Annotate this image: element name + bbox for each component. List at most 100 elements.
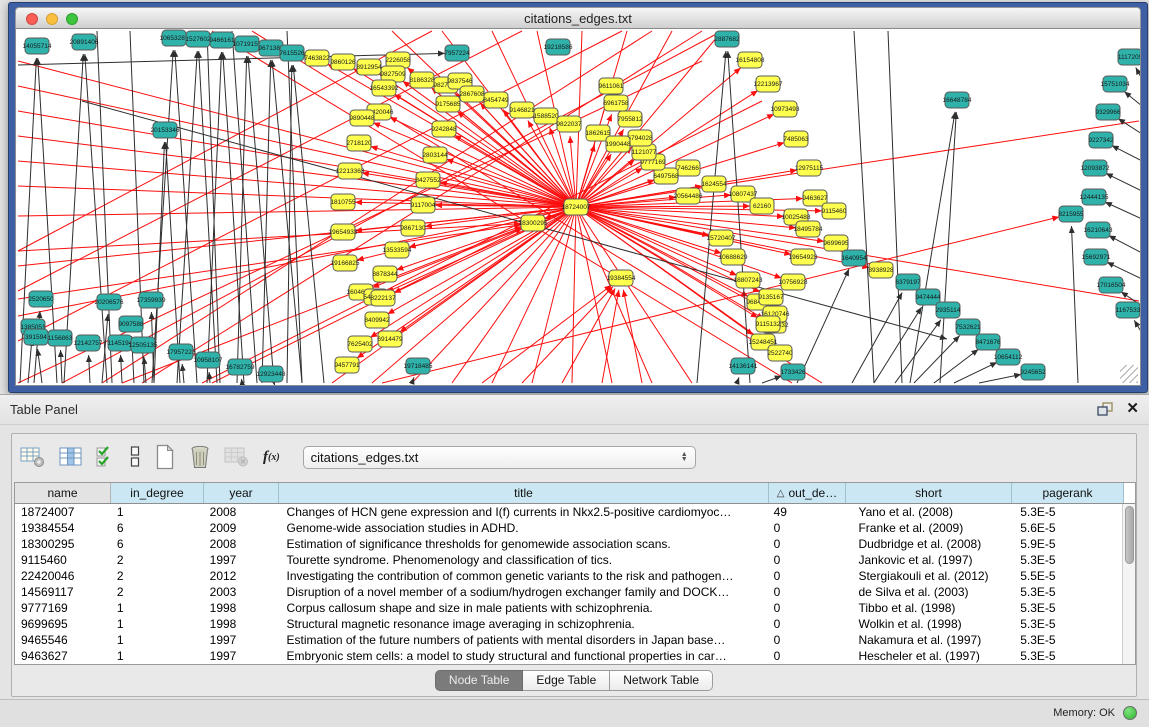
network-node[interactable]: 2803144 [422,147,448,163]
table-cell[interactable]: 5.6E-5 [1010,520,1122,536]
column-header-title[interactable]: title [279,483,769,503]
network-node[interactable]: 19654923 [789,249,818,265]
citation-edge-red[interactable] [522,287,613,383]
network-node[interactable]: 2935114 [936,302,961,318]
table-cell[interactable]: Corpus callosum shape and size in male p… [279,600,768,616]
network-node[interactable]: 12444135 [1080,189,1109,205]
network-node[interactable]: 391594 [24,329,48,345]
citation-edge-red[interactable] [452,207,576,383]
memory-status-icon[interactable] [1123,706,1137,720]
table-cell[interactable]: 5.3E-5 [1010,552,1122,568]
network-node[interactable]: 15692971 [1082,249,1111,265]
citation-edge-black[interactable] [89,355,90,383]
citation-edge-red[interactable] [212,31,792,383]
network-node[interactable]: 7532621 [955,319,981,335]
zoom-window-icon[interactable] [66,13,78,25]
citation-edge-black[interactable] [232,31,257,383]
network-node[interactable]: 9115132 [756,316,781,332]
table-cell[interactable]: 2008 [204,536,279,552]
network-node[interactable]: 19218586 [544,39,573,55]
column-header-year[interactable]: year [204,483,279,503]
table-cell[interactable]: 18724007 [15,504,111,520]
table-cell[interactable]: 5.3E-5 [1010,648,1122,664]
network-node[interactable]: 8186328 [409,72,435,88]
table-cell[interactable]: 0 [768,552,845,568]
network-node[interactable]: 9457791 [334,357,360,373]
network-node[interactable]: 1733426 [780,364,806,380]
network-node[interactable]: 19384554 [607,270,636,286]
table-cell[interactable]: 22420046 [15,568,111,584]
network-node[interactable]: 9890448 [349,110,375,126]
citation-edge-black[interactable] [954,362,997,383]
network-node[interactable]: 1156863 [48,330,73,346]
table-cell[interactable]: Nakamura et al. (1997) [844,632,1010,648]
citation-edge-black[interactable] [248,56,274,383]
network-node[interactable]: 20206576 [95,294,124,310]
network-node[interactable]: 6961758 [603,95,629,111]
table-cell[interactable]: 5.3E-5 [1010,616,1122,632]
network-node[interactable]: 8222137 [370,290,396,306]
table-cell[interactable]: 14569117 [15,584,111,600]
table-row[interactable]: 969969511998Structural magnetic resonanc… [15,616,1122,632]
table-cell[interactable]: Yano et al. (2008) [844,504,1010,520]
citation-edge-black[interactable] [175,50,197,383]
table-scrollbar[interactable] [1122,504,1135,664]
citation-edge-black[interactable] [979,374,1021,383]
table-cell[interactable]: de Silva et al. (2003) [844,584,1010,600]
select-rows-icon[interactable] [96,445,116,469]
table-cell[interactable]: Franke et al. (2009) [844,520,1010,536]
table-cell[interactable]: 5.3E-5 [1010,600,1122,616]
network-node[interactable]: 12975115 [795,160,824,176]
network-node[interactable]: 12093872 [1081,160,1110,176]
table-cell[interactable]: 6 [111,536,204,552]
table-cell[interactable]: 9115460 [15,552,111,568]
citation-edge-black[interactable] [874,307,922,383]
table-cell[interactable]: 49 [768,504,845,520]
network-node[interactable]: 9242848 [431,121,457,137]
network-node[interactable]: 10756928 [779,274,808,290]
citation-edge-red[interactable] [576,207,782,278]
citation-edge-black[interactable] [1124,92,1141,106]
network-node[interactable]: 18724007 [562,199,591,215]
table-cell[interactable]: Tibbo et al. (1998) [844,600,1010,616]
citation-edge-black[interactable] [177,51,197,383]
network-node[interactable]: 16782759 [226,359,255,375]
table-cell[interactable]: Embryonic stem cells: a model to study s… [279,648,768,664]
network-node[interactable]: 14136141 [729,358,758,374]
network-node[interactable]: 16154808 [736,52,765,68]
column-header-out-de-[interactable]: △out_de… [769,483,846,503]
network-node[interactable]: 8427552 [415,172,441,188]
citation-edge-black[interactable] [241,379,242,383]
network-node[interactable]: 16210643 [1084,222,1113,238]
network-node[interactable]: 7463822 [304,50,330,66]
network-window-titlebar[interactable]: citations_edges.txt [15,7,1141,29]
network-node[interactable]: 10973493 [771,101,800,117]
citation-edge-black[interactable] [121,355,122,383]
citation-edge-black[interactable] [1071,226,1078,383]
citation-edge-red[interactable] [18,207,576,216]
table-row[interactable]: 1938455462009Genome-wide association stu… [15,520,1122,536]
network-node[interactable]: 8938928 [868,262,894,278]
network-node[interactable]: 8215955 [1058,206,1084,222]
column-header-name[interactable]: name [15,483,111,503]
network-node[interactable]: 9245652 [1020,364,1046,380]
network-node[interactable]: 16648784 [943,92,972,108]
network-node[interactable]: 2522740 [767,345,793,361]
table-cell[interactable]: 1 [111,632,204,648]
table-row[interactable]: 1456911722003Disruption of a novel membe… [15,584,1122,600]
table-cell[interactable]: 5.3E-5 [1010,584,1122,600]
table-row[interactable]: 946362711997Embryonic stem cells: a mode… [15,648,1122,664]
network-node[interactable]: 12142757 [74,335,103,351]
table-cell[interactable]: 1 [111,504,204,520]
citation-edge-black[interactable] [1106,173,1141,191]
network-node[interactable]: 10688629 [719,249,748,265]
citation-edge-black[interactable] [223,52,244,383]
table-cell[interactable]: 1 [111,600,204,616]
citation-edge-red[interactable] [576,207,652,383]
citation-edge-black[interactable] [1136,68,1141,79]
table-cell[interactable]: 5.3E-5 [1010,504,1122,520]
citation-edge-red[interactable] [572,207,576,383]
network-node[interactable]: 6379197 [895,274,921,290]
modify-table-icon[interactable] [20,446,46,468]
network-node[interactable]: 12505135 [129,337,158,353]
